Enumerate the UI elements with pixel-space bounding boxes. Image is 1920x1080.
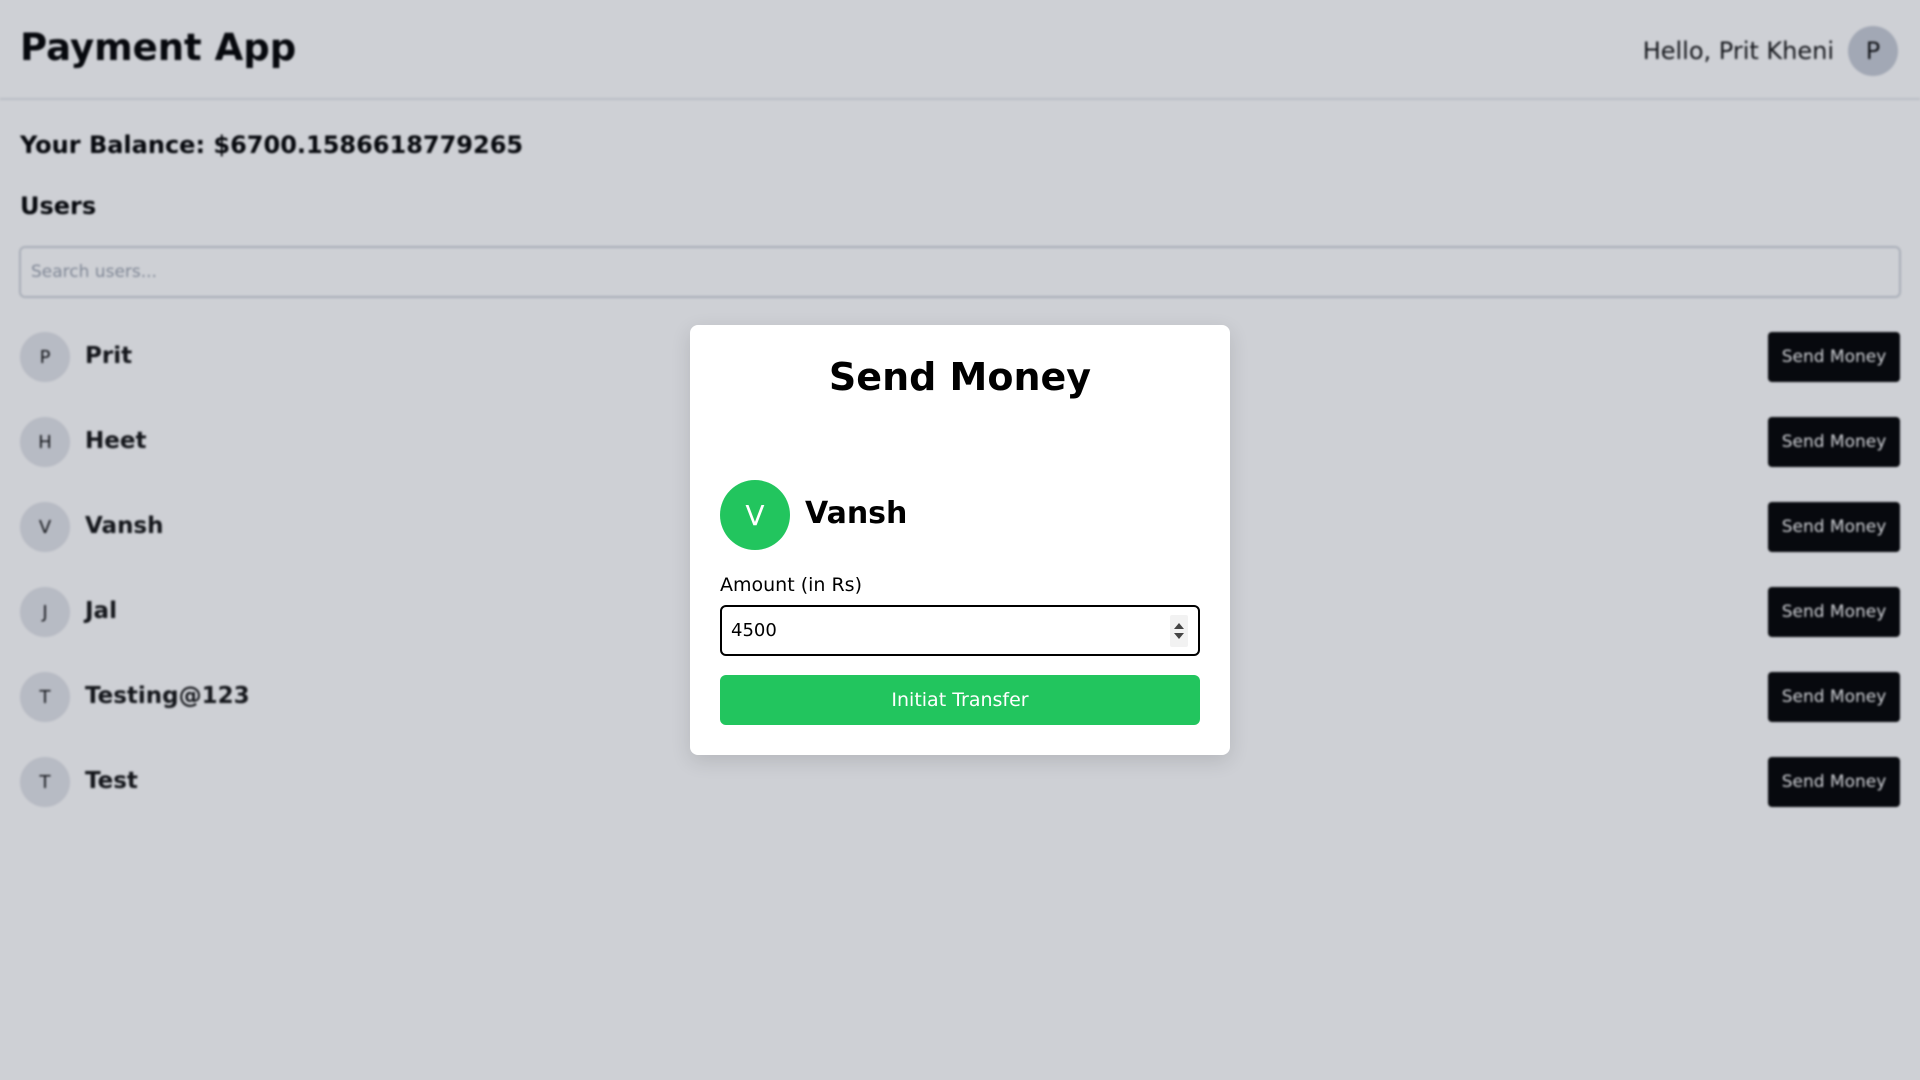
recipient-avatar: V xyxy=(720,480,790,550)
modal-title: Send Money xyxy=(828,355,1092,399)
amount-label: Amount (in Rs) xyxy=(720,574,862,596)
increment-arrow-icon[interactable] xyxy=(1174,623,1184,629)
send-money-modal: Send Money V Vansh Amount (in Rs) Initia… xyxy=(690,325,1230,755)
number-spinner[interactable] xyxy=(1170,615,1188,647)
recipient-name: Vansh xyxy=(805,496,908,531)
decrement-arrow-icon[interactable] xyxy=(1174,633,1184,639)
amount-input[interactable] xyxy=(720,605,1200,656)
initiate-transfer-button[interactable]: Initiat Transfer xyxy=(720,675,1200,725)
